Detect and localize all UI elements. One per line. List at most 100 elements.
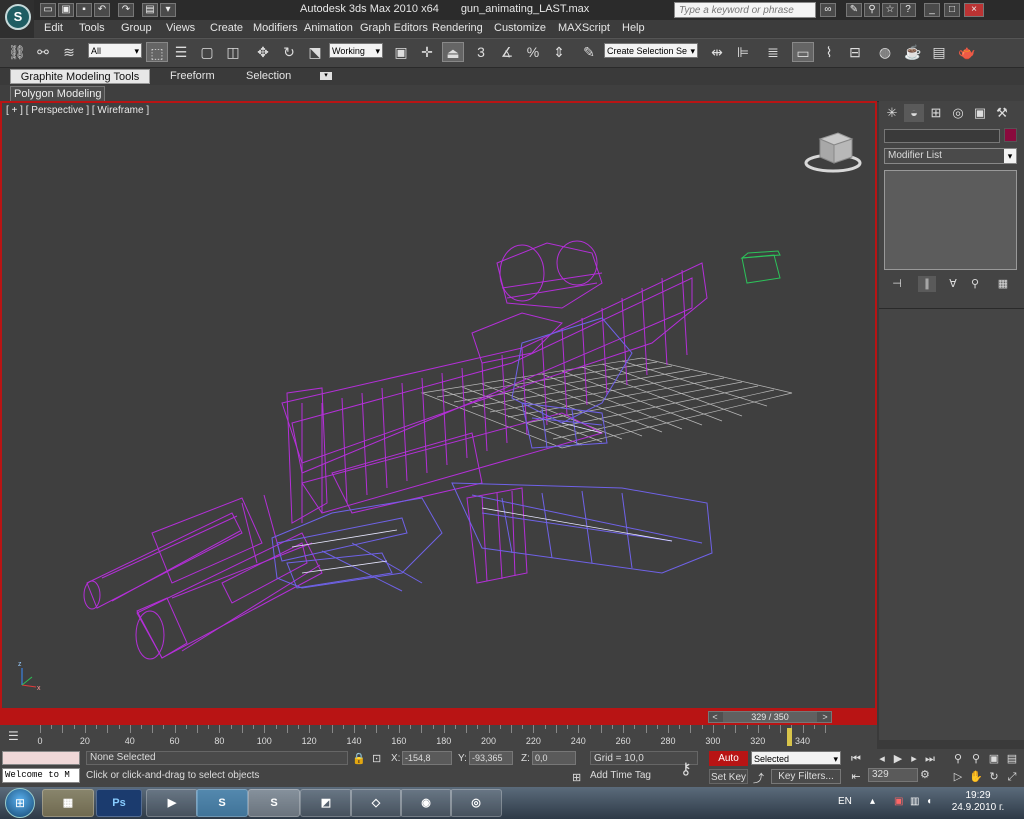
selection-filter-dropdown[interactable]: All — [88, 43, 142, 59]
unlink-icon[interactable]: ⚯ — [32, 42, 54, 62]
frame-ruler[interactable]: 0 20 40 60 80 100 120 140 160 180 200 220 240 260 280 3… — [37, 725, 826, 749]
key-mode-dropdown[interactable]: Selected — [751, 751, 841, 767]
ribbon-options-icon[interactable]: ▾ — [320, 72, 332, 80]
menu-group[interactable]: Group — [121, 22, 152, 34]
menu-help[interactable]: Help — [622, 22, 645, 34]
tab-graphite-modeling-tools[interactable]: Graphite Modeling Tools — [10, 69, 150, 84]
material-editor-icon[interactable]: ◍ — [874, 42, 896, 62]
utilities-tab-icon[interactable]: ⚒ — [992, 104, 1012, 122]
zoom-all-icon[interactable]: ⚲ — [969, 752, 983, 766]
binoculars-icon[interactable]: ∞ — [820, 3, 836, 17]
photoshop-task-icon[interactable]: Ps — [96, 789, 142, 817]
go-to-start-icon[interactable]: ⏮ — [849, 752, 863, 766]
configure-modifier-sets-icon[interactable]: ▦ — [994, 276, 1012, 292]
object-color-swatch[interactable] — [1004, 128, 1017, 142]
3dsmax-task-icon[interactable]: S — [248, 789, 300, 817]
select-object-icon[interactable]: ⬚ — [146, 42, 168, 62]
zoom-extents-icon[interactable]: ▣ — [987, 752, 1001, 766]
time-tag-icon[interactable]: ⊞ — [572, 771, 581, 784]
pan-view-icon[interactable]: ✋ — [969, 770, 983, 784]
remove-modifier-icon[interactable]: ⚲ — [966, 276, 984, 292]
set-key-button[interactable]: Set Key — [709, 769, 748, 784]
align-icon[interactable]: ⊫ — [732, 42, 754, 62]
application-button[interactable]: S — [0, 0, 34, 38]
render-setup-icon[interactable]: ☕ — [902, 42, 924, 62]
auto-key-button[interactable]: Auto Key — [709, 751, 748, 779]
help-icon[interactable]: ? — [900, 3, 916, 17]
network-icon[interactable]: ▥ — [910, 796, 919, 807]
menu-maxscript[interactable]: MAXScript — [558, 22, 610, 34]
field-of-view-icon[interactable]: ▷ — [951, 770, 965, 784]
tab-selection[interactable]: Selection — [246, 69, 291, 84]
modifier-stack[interactable] — [884, 170, 1017, 270]
key-icon[interactable]: ⚷ — [680, 759, 692, 779]
modifier-list-dropdown[interactable]: Modifier List ▾ — [884, 148, 1017, 164]
object-name-field[interactable] — [884, 129, 1000, 143]
tab-freeform[interactable]: Freeform — [170, 69, 215, 84]
volume-icon[interactable]: ◖ — [926, 796, 932, 807]
maximize-viewport-icon[interactable]: ⤢ — [1005, 770, 1019, 784]
chevron-left-icon[interactable]: < — [709, 712, 721, 722]
angle-snap-icon[interactable]: ∡ — [496, 42, 518, 62]
polygon-modeling-panel[interactable]: Polygon Modeling — [10, 86, 106, 102]
add-time-tag[interactable]: Add Time Tag — [590, 770, 651, 781]
menu-customize[interactable]: Customize — [494, 22, 546, 34]
undo-icon[interactable]: ↶ — [94, 3, 110, 17]
layer-manager-icon[interactable]: ≣ — [762, 42, 784, 62]
snaps-toggle-icon[interactable]: 3 — [470, 42, 492, 62]
open-file-icon[interactable]: ▣ — [58, 3, 74, 17]
zoom-icon[interactable]: ⚲ — [951, 752, 965, 766]
rectangular-selection-icon[interactable]: ▢ — [196, 42, 218, 62]
clock[interactable]: 19:29 24.9.2010 г. — [948, 790, 1008, 814]
skype-task-icon[interactable]: S — [196, 789, 248, 817]
redo-icon[interactable]: ↷ — [118, 3, 134, 17]
new-file-icon[interactable]: ▭ — [40, 3, 56, 17]
current-frame-field[interactable]: 329 — [868, 768, 918, 782]
percent-snap-icon[interactable]: % — [522, 42, 544, 62]
perspective-viewport[interactable]: [ + ] [ Perspective ] [ Wireframe ] z x — [0, 101, 877, 710]
absolute-mode-icon[interactable]: ⊡ — [372, 752, 381, 765]
menu-edit[interactable]: Edit — [44, 22, 63, 34]
reference-coordinate-dropdown[interactable]: Working — [329, 43, 383, 59]
quick-access-dropdown-icon[interactable]: ▾ — [160, 3, 176, 17]
select-and-link-icon[interactable]: ⛓ — [6, 42, 28, 62]
sphere-app-task-icon[interactable]: ◉ — [400, 789, 452, 817]
menu-create[interactable]: Create — [210, 22, 243, 34]
chevron-right-icon[interactable]: > — [819, 712, 831, 722]
menu-views[interactable]: Views — [166, 22, 195, 34]
orbit-icon[interactable]: ↻ — [987, 770, 1001, 784]
select-and-rotate-icon[interactable]: ↻ — [278, 42, 300, 62]
select-by-name-icon[interactable]: ☰ — [170, 42, 192, 62]
minimize-icon[interactable]: _ — [924, 3, 940, 17]
default-tangent-icon[interactable]: ⤴ — [753, 770, 764, 786]
schematic-view-icon[interactable]: ⊟ — [844, 42, 866, 62]
z-coordinate-field[interactable]: 0,0 — [532, 751, 576, 765]
keyboard-shortcut-override-icon[interactable]: ⏏ — [442, 42, 464, 62]
start-button[interactable]: ⊞ — [5, 788, 35, 818]
select-and-scale-icon[interactable]: ⬔ — [304, 42, 326, 62]
select-and-move-icon[interactable]: ✥ — [252, 42, 274, 62]
menu-tools[interactable]: Tools — [79, 22, 105, 34]
app-task-icon[interactable]: ◩ — [300, 789, 352, 817]
edit-named-selection-icon[interactable]: ✎ — [578, 42, 600, 62]
go-to-end-icon[interactable]: ⏭ — [923, 752, 937, 766]
time-configuration-icon[interactable]: ⚙ — [920, 768, 932, 782]
explorer-task-icon[interactable]: ▦ — [42, 789, 94, 817]
bind-space-warp-icon[interactable]: ≋ — [58, 42, 80, 62]
maxscript-mini-listener[interactable] — [2, 751, 80, 765]
mini-curve-editor-icon[interactable]: ☰ — [8, 729, 19, 743]
key-filters-button[interactable]: Key Filters... — [771, 769, 841, 784]
hierarchy-tab-icon[interactable]: ⊞ — [926, 104, 946, 122]
pin-stack-icon[interactable]: ⊣ — [888, 276, 906, 292]
render-production-icon[interactable]: 🫖 — [956, 42, 978, 62]
x-coordinate-field[interactable]: -154,8 — [402, 751, 452, 765]
lock-selection-icon[interactable]: 🔒 — [352, 752, 366, 765]
y-coordinate-field[interactable]: -93,365 — [469, 751, 513, 765]
create-tab-icon[interactable]: ✳ — [882, 104, 902, 122]
rollout-area[interactable] — [879, 308, 1024, 740]
next-frame-icon[interactable]: ▸ — [907, 752, 921, 766]
pivot-center-icon[interactable]: ▣ — [390, 42, 412, 62]
language-indicator[interactable]: EN — [838, 796, 852, 807]
current-frame-marker[interactable] — [787, 728, 792, 746]
previous-frame-icon[interactable]: ◂ — [875, 752, 889, 766]
